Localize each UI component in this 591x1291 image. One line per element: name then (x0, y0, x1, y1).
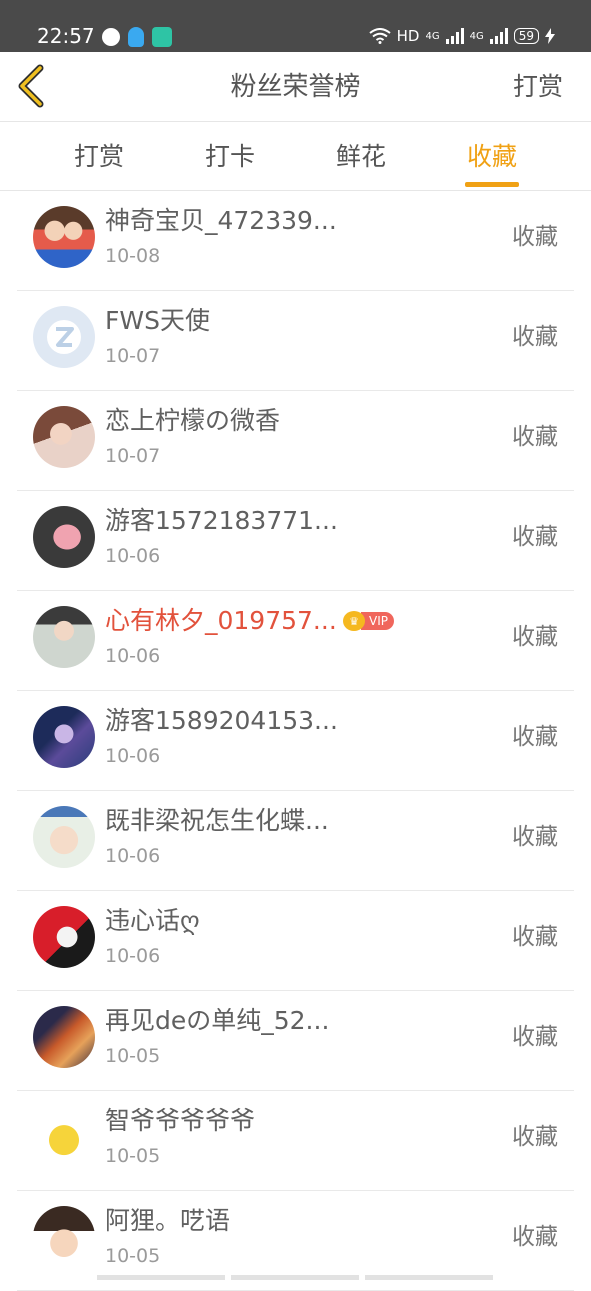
top-app-bar: 粉丝荣誉榜 打赏 (0, 52, 591, 122)
list-item[interactable]: 心有林夕_019757... ♛ VIP 10-06 收藏 (17, 591, 574, 691)
avatar (33, 706, 95, 768)
avatar (33, 806, 95, 868)
battery-indicator: 59 (513, 28, 539, 44)
list-item[interactable]: 游客1589204153... 10-06 收藏 (17, 691, 574, 791)
tab-checkin[interactable]: 打卡 (205, 142, 255, 172)
page-title: 粉丝荣誉榜 (230, 72, 361, 102)
fan-action: 收藏 (512, 1024, 558, 1050)
status-notification-icons (102, 26, 172, 48)
fan-name: 游客1589204153... (105, 706, 338, 735)
fan-date: 10-06 (105, 745, 161, 767)
fan-date: 10-07 (105, 445, 161, 467)
fan-action: 收藏 (512, 524, 558, 550)
avatar (33, 1206, 95, 1268)
list-item[interactable]: FWS天使 10-07 收藏 (17, 291, 574, 391)
fan-name: 违心话ღ (105, 906, 200, 935)
tab-bar: 打赏 打卡 鲜花 收藏 (0, 122, 591, 191)
fan-name: 智爷爷爷爷爷 (105, 1106, 256, 1135)
app-notify-icon (152, 27, 172, 47)
status-time: 22:57 (37, 24, 95, 48)
fan-action: 收藏 (512, 924, 558, 950)
list-item[interactable]: 再见deの单纯_52... 10-05 收藏 (17, 991, 574, 1091)
vip-badge: ♛ VIP (343, 611, 394, 631)
tab-reward[interactable]: 打赏 (74, 142, 124, 172)
fan-action: 收藏 (512, 624, 558, 650)
fan-date: 10-06 (105, 645, 161, 667)
avatar (33, 506, 95, 568)
fan-name: 游客1572183771... (105, 506, 338, 535)
fan-name: 恋上柠檬の微香 (105, 406, 281, 435)
charging-icon (545, 28, 555, 44)
list-item[interactable]: 既非梁祝怎生化蝶... 10-06 收藏 (17, 791, 574, 891)
default-avatar-icon (47, 320, 81, 354)
hd-label: HD (396, 27, 420, 45)
list-item[interactable]: 神奇宝贝_472339... 10-08 收藏 (17, 191, 574, 291)
fan-action: 收藏 (512, 324, 558, 350)
reward-button[interactable]: 打赏 (513, 72, 563, 102)
vip-label: VIP (361, 612, 394, 630)
status-bar: 22:57 HD 4G 4G 59 (0, 0, 591, 52)
list-item[interactable]: 智爷爷爷爷爷 10-05 收藏 (17, 1091, 574, 1191)
avatar (33, 306, 95, 368)
signal-icon-2 (489, 28, 508, 44)
avatar (33, 606, 95, 668)
fan-date: 10-06 (105, 845, 161, 867)
crown-icon: ♛ (343, 611, 365, 631)
fan-date: 10-05 (105, 1245, 161, 1267)
tab-favorites[interactable]: 收藏 (467, 142, 517, 172)
list-item[interactable]: 恋上柠檬の微香 10-07 收藏 (17, 391, 574, 491)
fan-date: 10-06 (105, 945, 161, 967)
fan-name: 心有林夕_019757... (105, 606, 337, 635)
signal-icon (445, 28, 464, 44)
fan-action: 收藏 (512, 824, 558, 850)
fan-list: 神奇宝贝_472339... 10-08 收藏 FWS天使 10-07 收藏 恋… (0, 191, 591, 1291)
fan-date: 10-08 (105, 245, 161, 267)
fan-action: 收藏 (512, 1124, 558, 1150)
network-label: 4G (425, 30, 440, 42)
list-item[interactable]: 违心话ღ 10-06 收藏 (17, 891, 574, 991)
wifi-icon (369, 28, 391, 44)
bottom-scroll-hint (97, 1275, 493, 1280)
tab-flowers[interactable]: 鲜花 (336, 142, 386, 172)
globe-icon (102, 28, 120, 46)
avatar (33, 1006, 95, 1068)
active-tab-indicator (465, 182, 519, 187)
fan-action: 收藏 (512, 724, 558, 750)
fan-name: FWS天使 (105, 306, 210, 335)
status-right-icons: HD 4G 4G 59 (369, 25, 555, 47)
fan-name: 再见deの单纯_52... (105, 1006, 330, 1035)
avatar (33, 1106, 95, 1168)
list-item[interactable]: 游客1572183771... 10-06 收藏 (17, 491, 574, 591)
fan-action: 收藏 (512, 224, 558, 250)
fan-date: 10-06 (105, 545, 161, 567)
fan-name: 神奇宝贝_472339... (105, 206, 337, 235)
qq-icon (128, 27, 144, 47)
fan-action: 收藏 (512, 424, 558, 450)
fan-name: 阿狸。呓语 (105, 1206, 231, 1235)
fan-date: 10-05 (105, 1045, 161, 1067)
fan-name: 既非梁祝怎生化蝶... (105, 806, 329, 835)
fan-action: 收藏 (512, 1224, 558, 1250)
avatar (33, 406, 95, 468)
avatar (33, 906, 95, 968)
fan-date: 10-07 (105, 345, 161, 367)
network-label-2: 4G (469, 30, 484, 42)
avatar (33, 206, 95, 268)
fan-date: 10-05 (105, 1145, 161, 1167)
